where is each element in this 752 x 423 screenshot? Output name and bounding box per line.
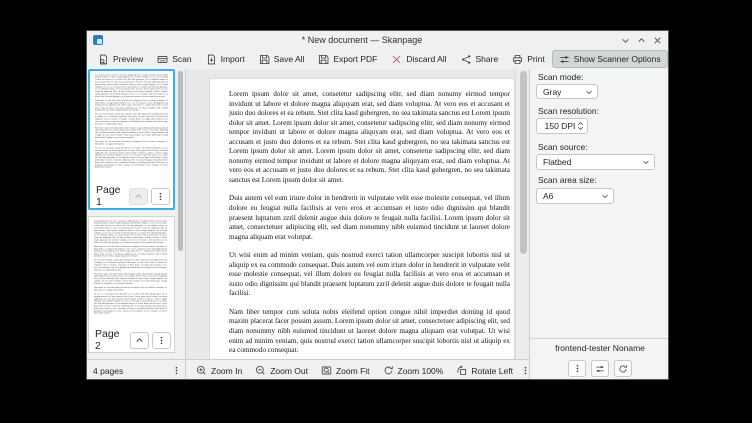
save-all-button[interactable]: Save All <box>252 50 312 68</box>
zoom-fit-icon <box>321 365 332 376</box>
preview-button[interactable]: Preview <box>91 50 150 68</box>
titlebar[interactable]: * New document — Skanpage <box>87 31 668 49</box>
zoom-original-icon <box>383 365 394 376</box>
zoom-in-label: Zoom In <box>211 366 242 376</box>
page-1-preview: Lorem ipsum dolor sit amet, consetetur s… <box>95 74 168 183</box>
scanner-device-name: frontend-tester Noname <box>530 343 669 353</box>
rotate-left-icon <box>456 365 467 376</box>
viewer-scrollbar-thumb[interactable] <box>520 71 527 254</box>
print-icon <box>512 54 523 65</box>
scan-resolution-spinbox[interactable]: 150 DPI <box>536 118 588 134</box>
preview-label: Preview <box>113 54 143 64</box>
scan-area-label: Scan area size: <box>538 175 597 185</box>
export-pdf-icon <box>318 54 329 65</box>
move-page-up-button[interactable] <box>130 332 149 349</box>
print-label: Print <box>527 54 544 64</box>
show-scanner-options-button[interactable]: Show Scanner Options <box>552 50 668 68</box>
print-button[interactable]: Print <box>505 50 551 68</box>
scan-source-select[interactable]: Flatbed <box>536 154 655 170</box>
zoom-out-label: Zoom Out <box>270 366 308 376</box>
scan-area-value: A6 <box>543 191 601 201</box>
sliders-icon <box>559 54 570 65</box>
viewer-scrollbar-track[interactable] <box>515 69 529 359</box>
page-1-label: Page 1 <box>96 184 126 208</box>
zoom-fit-button[interactable]: Zoom Fit <box>315 365 376 376</box>
page-2-menu-button[interactable] <box>152 332 171 349</box>
rotate-left-button[interactable]: Rotate Left <box>450 365 519 376</box>
zoom-fit-label: Zoom Fit <box>336 366 370 376</box>
zoom-toolbar: Zoom In Zoom Out Zoom Fit Zoom 100% <box>186 359 529 380</box>
chevron-down-icon <box>585 88 593 96</box>
import-button[interactable]: Import <box>199 50 252 68</box>
close-icon[interactable] <box>653 36 662 45</box>
scan-label: Scan <box>172 54 191 64</box>
share-icon <box>461 54 472 65</box>
desktop-background: * New document — Skanpage Preview <box>0 0 752 423</box>
discard-icon <box>391 54 402 65</box>
scan-mode-value: Gray <box>543 87 585 97</box>
zoom-original-label: Zoom 100% <box>398 366 444 376</box>
scan-mode-select[interactable]: Gray <box>536 84 598 99</box>
chevron-down-icon <box>642 158 650 166</box>
refresh-icon <box>618 364 628 374</box>
discard-all-button[interactable]: Discard All <box>384 50 453 68</box>
save-icon <box>259 54 270 65</box>
page-count: 4 pages <box>93 366 123 376</box>
minimize-icon[interactable] <box>621 36 630 45</box>
zoom-in-icon <box>196 365 207 376</box>
kebab-icon[interactable] <box>172 366 181 375</box>
window-title: * New document — Skanpage <box>103 35 621 45</box>
skanpage-window: * New document — Skanpage Preview <box>86 30 669 380</box>
scan-button[interactable]: Scan <box>150 50 198 68</box>
page-2-label: Page 2 <box>95 328 127 352</box>
zoom-out-button[interactable]: Zoom Out <box>249 365 314 376</box>
maximize-icon[interactable] <box>637 36 646 45</box>
pages-panel: Lorem ipsum dolor sit amet, consetetur s… <box>87 69 186 359</box>
app-icon <box>93 35 103 45</box>
import-label: Import <box>221 54 245 64</box>
show-scanner-options-label: Show Scanner Options <box>574 54 661 64</box>
chevron-down-icon <box>601 192 609 200</box>
page-1-menu-button[interactable] <box>151 188 170 205</box>
sliders-icon <box>595 364 605 374</box>
page-1-thumbnail[interactable]: Lorem ipsum dolor sit amet, consetetur s… <box>88 69 175 210</box>
scan-source-label: Scan source: <box>538 142 588 152</box>
import-icon <box>206 54 217 65</box>
document-viewer[interactable]: Lorem ipsum dolor sit amet, consetetur s… <box>186 69 529 359</box>
export-pdf-label: Export PDF <box>333 54 377 64</box>
scan-source-value: Flatbed <box>543 157 642 167</box>
kebab-icon <box>573 364 582 373</box>
page-2-preview: Lorem ipsum dolor sit amet, consetetur s… <box>94 220 169 327</box>
preview-icon <box>98 54 109 65</box>
page-text: Lorem ipsum dolor sit amet, consetetur s… <box>210 79 514 359</box>
zoom-original-button[interactable]: Zoom 100% <box>377 365 450 376</box>
scanner-menu-button[interactable] <box>568 360 586 377</box>
save-all-label: Save All <box>274 54 305 64</box>
spin-down-icon[interactable] <box>577 126 584 131</box>
refresh-devices-button[interactable] <box>614 360 632 377</box>
scan-resolution-value: 150 DPI <box>543 121 577 131</box>
zoom-out-icon <box>255 365 266 376</box>
page-2-thumbnail[interactable]: Lorem ipsum dolor sit amet, consetetur s… <box>88 216 175 353</box>
share-label: Share <box>476 54 499 64</box>
zoom-in-button[interactable]: Zoom In <box>190 365 248 376</box>
panel-divider <box>530 338 669 339</box>
thumbnail-scrollbar[interactable] <box>178 71 183 251</box>
share-button[interactable]: Share <box>454 50 506 68</box>
rotate-left-label: Rotate Left <box>471 366 513 376</box>
move-page-up-button[interactable] <box>129 188 148 205</box>
pages-status-bar: 4 pages <box>87 359 186 380</box>
scan-mode-label: Scan mode: <box>538 72 583 82</box>
discard-all-label: Discard All <box>406 54 446 64</box>
scan-icon <box>157 54 168 65</box>
scanner-options-panel: Scan mode: Gray Scan resolution: 150 DPI… <box>529 69 669 380</box>
export-pdf-button[interactable]: Export PDF <box>311 50 384 68</box>
main-toolbar: Preview Scan Import Save All Exp <box>87 49 668 70</box>
scan-area-select[interactable]: A6 <box>536 188 614 204</box>
scanner-settings-button[interactable] <box>591 360 609 377</box>
scan-resolution-label: Scan resolution: <box>538 106 599 116</box>
scanned-page: Lorem ipsum dolor sit amet, consetetur s… <box>209 78 515 359</box>
